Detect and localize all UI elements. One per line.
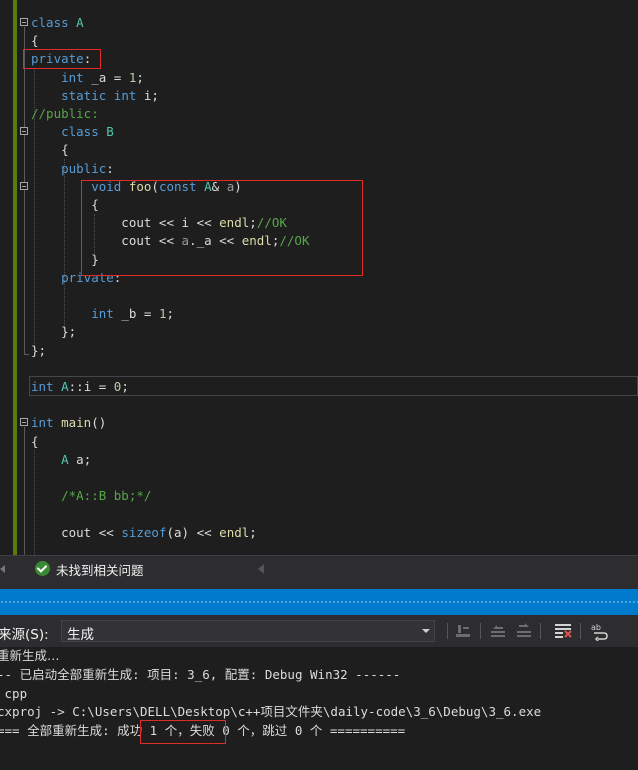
editor-status-bar: 未找到相关问题 xyxy=(0,555,638,582)
code-token: ; xyxy=(121,379,129,394)
toolbar-separator xyxy=(580,623,581,639)
code-token: endl xyxy=(219,524,250,540)
code-line[interactable]: //public: xyxy=(31,105,99,123)
code-token: _b = xyxy=(113,306,159,322)
code-line[interactable]: public: xyxy=(31,160,114,178)
code-token: //public: xyxy=(31,106,99,121)
code-line[interactable]: int main() xyxy=(31,414,106,432)
previous-message-icon[interactable] xyxy=(488,621,508,641)
panel-grip[interactable] xyxy=(0,600,638,604)
annotation-box-private xyxy=(23,49,101,69)
outline-end-tick xyxy=(24,354,29,355)
code-token: sizeof xyxy=(121,524,167,540)
next-message-icon[interactable] xyxy=(514,621,534,641)
code-token: int xyxy=(31,306,114,322)
horizontal-scroll-left-icon[interactable] xyxy=(258,564,264,574)
code-line[interactable]: int _b = 1; xyxy=(31,305,174,323)
code-line[interactable]: }; xyxy=(31,342,46,360)
go-to-message-icon[interactable] xyxy=(453,621,473,641)
svg-text:ab: ab xyxy=(591,623,601,632)
code-token: class xyxy=(31,124,99,140)
code-line[interactable]: }; xyxy=(31,323,76,341)
code-token: i; xyxy=(136,87,159,103)
toolbar-separator xyxy=(540,623,541,639)
code-token: static xyxy=(31,87,107,103)
collapse-class-a-icon[interactable] xyxy=(20,18,28,26)
code-token: ; xyxy=(166,306,175,322)
code-token: class xyxy=(31,15,69,30)
code-token: { xyxy=(31,142,69,158)
issues-status-text[interactable]: 未找到相关问题 xyxy=(56,560,144,579)
code-token: _a = xyxy=(83,69,129,85)
code-token: main xyxy=(53,415,92,431)
code-token: a; xyxy=(68,451,92,467)
code-line[interactable]: cout << sizeof(a) << endl; xyxy=(31,524,257,542)
code-token: () xyxy=(91,415,107,431)
panel-gap xyxy=(0,581,638,589)
code-token: /*A::B bb;*/ xyxy=(31,488,152,504)
code-line[interactable]: static int i; xyxy=(31,87,159,105)
collapse-foo-icon[interactable] xyxy=(20,182,28,190)
clear-all-icon[interactable] xyxy=(553,621,573,641)
chevron-down-icon xyxy=(422,629,430,633)
code-token: A xyxy=(31,451,69,467)
output-line: cxproj -> C:\Users\DELL\Desktop\c++项目文件夹… xyxy=(0,704,542,719)
check-circle-icon[interactable] xyxy=(35,561,50,576)
code-token: a xyxy=(174,524,182,540)
code-line[interactable]: { xyxy=(31,32,39,50)
code-token: { xyxy=(31,33,39,49)
code-token: { xyxy=(31,433,39,449)
annotation-box-foo xyxy=(81,180,363,276)
outline-line-main xyxy=(24,427,25,555)
code-token: ) << xyxy=(181,524,220,540)
word-wrap-icon[interactable]: ab xyxy=(590,621,610,641)
code-token: ::i = xyxy=(68,379,114,394)
code-line[interactable]: int A::i = 0; xyxy=(31,378,129,396)
code-token: }; xyxy=(31,324,77,340)
annotation-box-success xyxy=(140,720,226,744)
code-token: int xyxy=(31,69,84,85)
output-panel-title-bar[interactable] xyxy=(0,589,638,615)
code-token: B xyxy=(98,124,114,140)
collapse-main-icon[interactable] xyxy=(20,418,28,426)
output-line: -- 已启动全部重新生成: 项目: 3_6, 配置: Debug Win32 -… xyxy=(0,667,401,682)
code-token: : xyxy=(106,160,114,176)
toolbar-separator xyxy=(480,623,481,639)
change-tracking-bar xyxy=(13,0,17,555)
output-source-value: 生成 xyxy=(67,627,94,643)
code-token: int xyxy=(31,379,54,394)
code-line[interactable]: { xyxy=(31,433,39,451)
scroll-left-icon[interactable] xyxy=(0,565,5,573)
code-line[interactable]: class B xyxy=(31,123,114,141)
code-token: }; xyxy=(31,342,47,358)
code-line[interactable]: int _a = 1; xyxy=(31,69,144,87)
code-token: ; xyxy=(249,524,257,540)
code-token: int xyxy=(31,415,54,431)
code-token: A xyxy=(53,379,69,394)
output-line: cpp xyxy=(0,686,28,701)
outline-line-foo xyxy=(24,191,25,263)
code-line[interactable]: A a; xyxy=(31,451,91,469)
code-line[interactable]: class A xyxy=(31,14,84,32)
source-label: 来源(S): xyxy=(0,627,49,643)
output-source-select[interactable]: 生成 xyxy=(61,620,435,643)
output-toolbar: 来源(S): 生成 ab xyxy=(0,615,638,647)
code-token: public xyxy=(31,160,107,176)
output-line: 重新生成… xyxy=(0,648,60,663)
output-text-area[interactable]: 重新生成… -- 已启动全部重新生成: 项目: 3_6, 配置: Debug W… xyxy=(0,647,638,770)
code-token: ; xyxy=(136,69,144,85)
code-token: A xyxy=(68,15,84,30)
code-editor[interactable]: class A{private: int _a = 1; static int … xyxy=(0,0,638,555)
code-token: int xyxy=(106,87,137,103)
code-line[interactable]: /*A::B bb;*/ xyxy=(31,487,151,505)
toolbar-separator xyxy=(447,623,448,639)
code-line[interactable]: { xyxy=(31,141,69,159)
collapse-class-b-icon[interactable] xyxy=(20,127,28,135)
code-token: cout << xyxy=(31,524,122,540)
code-token: ( xyxy=(166,524,174,540)
